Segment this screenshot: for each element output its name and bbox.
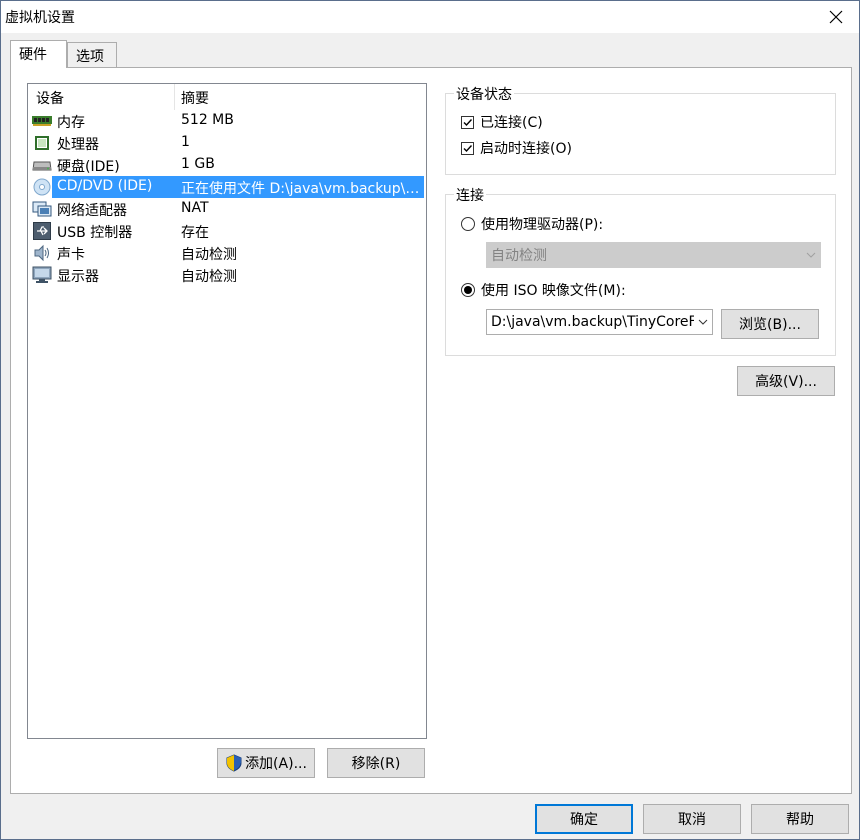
hardware-panel: 设备 摘要 内存 512 MB 处理器 1 硬盘(IDE) 1 GB CD/DV… <box>10 67 852 794</box>
browse-button[interactable]: 浏览(B)... <box>721 309 819 339</box>
iso-path-value: D:\java\vm.backup\TinyCoreF <box>491 314 694 330</box>
radio-circle <box>461 217 475 231</box>
device-row-cd-dvd[interactable]: CD/DVD (IDE) 正在使用文件 D:\java\vm.backup\Ti… <box>28 176 426 198</box>
device-list[interactable]: 设备 摘要 内存 512 MB 处理器 1 硬盘(IDE) 1 GB CD/DV… <box>27 83 427 739</box>
connect-on-start-checkbox[interactable]: 启动时连接(O) <box>461 138 572 158</box>
ok-button[interactable]: 确定 <box>535 804 633 834</box>
list-header: 设备 摘要 <box>28 84 426 110</box>
device-row-processor[interactable]: 处理器 1 <box>28 132 426 154</box>
column-divider[interactable] <box>174 84 175 110</box>
window-title: 虚拟机设置 <box>5 10 75 26</box>
cd-dvd-icon <box>32 178 52 196</box>
iso-image-label: 使用 ISO 映像文件(M): <box>481 283 626 299</box>
device-row-display[interactable]: 显示器 自动检测 <box>28 264 426 286</box>
connect-on-start-label: 启动时连接(O) <box>480 141 572 157</box>
device-status-title: 设备状态 <box>454 84 514 104</box>
memory-icon <box>32 112 52 130</box>
device-status-group: 设备状态 <box>445 84 836 175</box>
device-summary: 存在 <box>181 225 209 241</box>
device-name: 硬盘(IDE) <box>57 159 120 175</box>
device-row-hard-disk[interactable]: 硬盘(IDE) 1 GB <box>28 154 426 176</box>
add-button-label: 添加(A)... <box>245 756 307 772</box>
add-device-button[interactable]: 添加(A)... <box>217 748 315 778</box>
physical-drive-label: 使用物理驱动器(P): <box>481 217 604 233</box>
physical-drive-select[interactable]: 自动检测 <box>486 242 821 268</box>
chevron-down-icon <box>802 243 820 267</box>
device-name: 处理器 <box>57 137 99 153</box>
hard-disk-icon <box>32 156 52 174</box>
device-name: 声卡 <box>57 247 85 263</box>
device-name: USB 控制器 <box>57 225 133 241</box>
connected-label: 已连接(C) <box>480 115 543 131</box>
device-row-sound-card[interactable]: 声卡 自动检测 <box>28 242 426 264</box>
close-icon <box>829 10 843 23</box>
device-row-usb-controller[interactable]: USB 控制器 存在 <box>28 220 426 242</box>
device-summary: 正在使用文件 D:\java\vm.backup\TinyCore <box>181 181 423 197</box>
checkmark-icon <box>463 118 473 126</box>
settings-window: 虚拟机设置 硬件 选项 设备 摘要 内存 512 MB 处理器 1 硬盘(IDE… <box>0 0 860 840</box>
checkmark-icon <box>463 144 473 152</box>
sound-card-icon <box>32 244 52 262</box>
device-summary: 自动检测 <box>181 269 237 285</box>
device-summary: 自动检测 <box>181 247 237 263</box>
connected-checkbox[interactable]: 已连接(C) <box>461 112 543 132</box>
checkbox-box <box>461 141 474 155</box>
device-name: CD/DVD (IDE) <box>57 178 153 194</box>
usb-icon <box>32 222 52 240</box>
title-bar: 虚拟机设置 <box>1 1 859 33</box>
iso-image-radio[interactable]: 使用 ISO 映像文件(M): <box>461 280 626 300</box>
radio-circle <box>461 283 475 297</box>
column-header-summary[interactable]: 摘要 <box>181 88 209 108</box>
tab-hardware[interactable]: 硬件 <box>10 40 67 68</box>
device-name: 显示器 <box>57 269 99 285</box>
cancel-button[interactable]: 取消 <box>643 804 741 834</box>
column-header-device[interactable]: 设备 <box>36 88 64 108</box>
connection-title: 连接 <box>454 185 486 205</box>
device-row-network-adapter[interactable]: 网络适配器 NAT <box>28 198 426 220</box>
network-adapter-icon <box>32 200 52 218</box>
close-button[interactable] <box>813 1 859 32</box>
tab-options[interactable]: 选项 <box>67 42 117 68</box>
device-name: 网络适配器 <box>57 203 127 219</box>
display-icon <box>32 266 52 284</box>
help-button[interactable]: 帮助 <box>751 804 849 834</box>
device-summary: 1 <box>181 134 190 150</box>
radio-dot <box>464 286 472 294</box>
device-row-memory[interactable]: 内存 512 MB <box>28 110 426 132</box>
iso-path-select[interactable]: D:\java\vm.backup\TinyCoreF <box>486 309 713 335</box>
device-summary: 512 MB <box>181 112 234 128</box>
physical-drive-value: 自动检测 <box>491 248 547 264</box>
device-summary: 1 GB <box>181 156 215 172</box>
remove-device-button[interactable]: 移除(R) <box>327 748 425 778</box>
device-summary: NAT <box>181 200 209 216</box>
checkbox-box <box>461 115 474 129</box>
processor-icon <box>32 134 52 152</box>
physical-drive-radio[interactable]: 使用物理驱动器(P): <box>461 214 603 234</box>
chevron-down-icon <box>694 310 712 334</box>
device-name: 内存 <box>57 115 85 131</box>
shield-icon <box>226 754 242 772</box>
advanced-button[interactable]: 高级(V)... <box>737 366 835 396</box>
